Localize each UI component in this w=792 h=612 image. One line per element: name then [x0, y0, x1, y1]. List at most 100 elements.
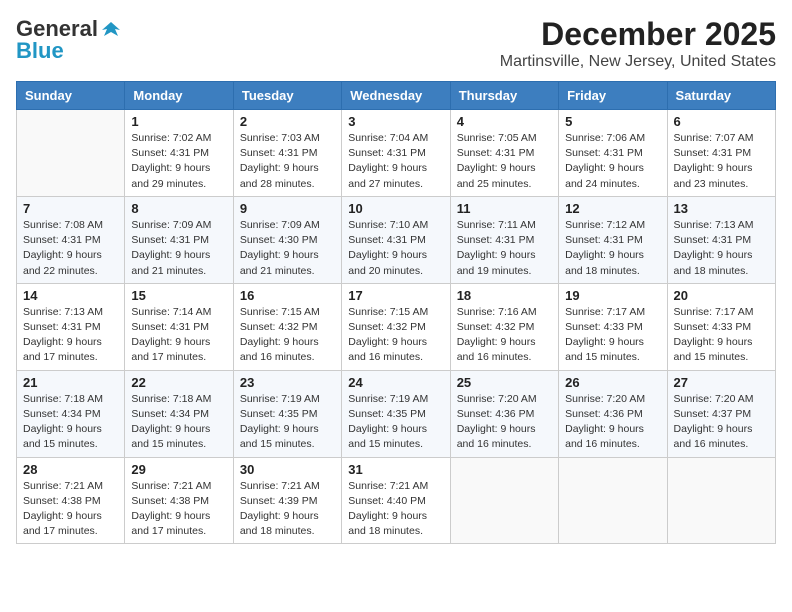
calendar-subtitle: Martinsville, New Jersey, United States: [500, 53, 776, 71]
calendar-week-row: 7 Sunrise: 7:08 AMSunset: 4:31 PMDaylight…: [17, 196, 776, 283]
day-detail: Sunrise: 7:16 AMSunset: 4:32 PMDaylight:…: [457, 305, 552, 366]
day-number: 19: [565, 288, 660, 303]
day-number: 22: [131, 375, 226, 390]
calendar-cell: 25Sunrise: 7:20 AMSunset: 4:36 PMDayligh…: [450, 370, 558, 457]
day-detail: Sunrise: 7:02 AMSunset: 4:31 PMDaylight:…: [131, 131, 226, 192]
day-detail: Sunrise: 7:11 AMSunset: 4:31 PMDaylight:…: [457, 218, 552, 279]
day-detail: Sunrise: 7:19 AMSunset: 4:35 PMDaylight:…: [240, 392, 335, 453]
day-detail: Sunrise: 7:17 AMSunset: 4:33 PMDaylight:…: [565, 305, 660, 366]
day-number: 27: [674, 375, 769, 390]
weekday-header-sunday: Sunday: [17, 82, 125, 110]
calendar-cell: 19 Sunrise: 7:17 AMSunset: 4:33 PMDayligh…: [559, 283, 667, 370]
day-detail: Sunrise: 7:08 AMSunset: 4:31 PMDaylight:…: [23, 218, 118, 279]
calendar-title: December 2025: [500, 16, 776, 53]
day-detail: Sunrise: 7:07 AMSunset: 4:31 PMDaylight:…: [674, 131, 769, 192]
day-detail: Sunrise: 7:20 AMSunset: 4:36 PMDaylight:…: [565, 392, 660, 453]
day-number: 16: [240, 288, 335, 303]
calendar-cell: 1 Sunrise: 7:02 AMSunset: 4:31 PMDaylight…: [125, 110, 233, 197]
day-detail: Sunrise: 7:10 AMSunset: 4:31 PMDaylight:…: [348, 218, 443, 279]
day-detail: Sunrise: 7:17 AMSunset: 4:33 PMDaylight:…: [674, 305, 769, 366]
day-number: 8: [131, 201, 226, 216]
day-number: 25: [457, 375, 552, 390]
calendar-cell: 30 Sunrise: 7:21 AMSunset: 4:39 PMDayligh…: [233, 457, 341, 544]
logo: General Blue: [16, 16, 122, 64]
day-number: 29: [131, 462, 226, 477]
calendar-cell: 8 Sunrise: 7:09 AMSunset: 4:31 PMDaylight…: [125, 196, 233, 283]
day-number: 1: [131, 114, 226, 129]
day-detail: Sunrise: 7:21 AMSunset: 4:40 PMDaylight:…: [348, 479, 443, 540]
calendar-week-row: 21 Sunrise: 7:18 AMSunset: 4:34 PMDayligh…: [17, 370, 776, 457]
calendar-cell: 13 Sunrise: 7:13 AMSunset: 4:31 PMDayligh…: [667, 196, 775, 283]
calendar-cell: [667, 457, 775, 544]
day-detail: Sunrise: 7:13 AMSunset: 4:31 PMDaylight:…: [674, 218, 769, 279]
calendar-cell: [17, 110, 125, 197]
day-number: 5: [565, 114, 660, 129]
calendar-cell: 21 Sunrise: 7:18 AMSunset: 4:34 PMDayligh…: [17, 370, 125, 457]
calendar-cell: 17 Sunrise: 7:15 AMSunset: 4:32 PMDayligh…: [342, 283, 450, 370]
calendar-cell: 11 Sunrise: 7:11 AMSunset: 4:31 PMDayligh…: [450, 196, 558, 283]
calendar-header-row: SundayMondayTuesdayWednesdayThursdayFrid…: [17, 82, 776, 110]
day-detail: Sunrise: 7:09 AMSunset: 4:31 PMDaylight:…: [131, 218, 226, 279]
day-number: 23: [240, 375, 335, 390]
day-detail: Sunrise: 7:03 AMSunset: 4:31 PMDaylight:…: [240, 131, 335, 192]
day-number: 2: [240, 114, 335, 129]
day-number: 17: [348, 288, 443, 303]
calendar-cell: 23 Sunrise: 7:19 AMSunset: 4:35 PMDayligh…: [233, 370, 341, 457]
day-number: 11: [457, 201, 552, 216]
day-detail: Sunrise: 7:18 AMSunset: 4:34 PMDaylight:…: [23, 392, 118, 453]
calendar-cell: 18Sunrise: 7:16 AMSunset: 4:32 PMDayligh…: [450, 283, 558, 370]
calendar-cell: 29Sunrise: 7:21 AMSunset: 4:38 PMDayligh…: [125, 457, 233, 544]
day-detail: Sunrise: 7:04 AMSunset: 4:31 PMDaylight:…: [348, 131, 443, 192]
calendar-cell: 28 Sunrise: 7:21 AMSunset: 4:38 PMDayligh…: [17, 457, 125, 544]
calendar-cell: 4Sunrise: 7:05 AMSunset: 4:31 PMDaylight…: [450, 110, 558, 197]
weekday-header-saturday: Saturday: [667, 82, 775, 110]
calendar-cell: 24Sunrise: 7:19 AMSunset: 4:35 PMDayligh…: [342, 370, 450, 457]
day-number: 3: [348, 114, 443, 129]
day-detail: Sunrise: 7:12 AMSunset: 4:31 PMDaylight:…: [565, 218, 660, 279]
calendar-week-row: 14 Sunrise: 7:13 AMSunset: 4:31 PMDayligh…: [17, 283, 776, 370]
calendar-cell: [450, 457, 558, 544]
logo-blue: Blue: [16, 38, 64, 64]
day-number: 15: [131, 288, 226, 303]
day-number: 21: [23, 375, 118, 390]
day-detail: Sunrise: 7:19 AMSunset: 4:35 PMDaylight:…: [348, 392, 443, 453]
calendar-cell: 12 Sunrise: 7:12 AMSunset: 4:31 PMDayligh…: [559, 196, 667, 283]
day-detail: Sunrise: 7:15 AMSunset: 4:32 PMDaylight:…: [240, 305, 335, 366]
day-detail: Sunrise: 7:21 AMSunset: 4:38 PMDaylight:…: [23, 479, 118, 540]
calendar-cell: 20 Sunrise: 7:17 AMSunset: 4:33 PMDayligh…: [667, 283, 775, 370]
weekday-header-wednesday: Wednesday: [342, 82, 450, 110]
calendar-cell: 7 Sunrise: 7:08 AMSunset: 4:31 PMDaylight…: [17, 196, 125, 283]
day-number: 30: [240, 462, 335, 477]
day-detail: Sunrise: 7:18 AMSunset: 4:34 PMDaylight:…: [131, 392, 226, 453]
day-number: 10: [348, 201, 443, 216]
day-number: 12: [565, 201, 660, 216]
calendar-week-row: 28 Sunrise: 7:21 AMSunset: 4:38 PMDayligh…: [17, 457, 776, 544]
day-detail: Sunrise: 7:14 AMSunset: 4:31 PMDaylight:…: [131, 305, 226, 366]
day-detail: Sunrise: 7:15 AMSunset: 4:32 PMDaylight:…: [348, 305, 443, 366]
page-header: General Blue December 2025 Martinsville,…: [16, 16, 776, 71]
calendar-cell: 15 Sunrise: 7:14 AMSunset: 4:31 PMDayligh…: [125, 283, 233, 370]
logo-bird-icon: [100, 18, 122, 40]
day-number: 4: [457, 114, 552, 129]
day-number: 7: [23, 201, 118, 216]
calendar-cell: 10 Sunrise: 7:10 AMSunset: 4:31 PMDayligh…: [342, 196, 450, 283]
weekday-header-tuesday: Tuesday: [233, 82, 341, 110]
day-number: 13: [674, 201, 769, 216]
day-number: 26: [565, 375, 660, 390]
weekday-header-monday: Monday: [125, 82, 233, 110]
calendar-cell: 31Sunrise: 7:21 AMSunset: 4:40 PMDayligh…: [342, 457, 450, 544]
day-number: 14: [23, 288, 118, 303]
day-number: 9: [240, 201, 335, 216]
calendar-cell: 14 Sunrise: 7:13 AMSunset: 4:31 PMDayligh…: [17, 283, 125, 370]
calendar-cell: 6Sunrise: 7:07 AMSunset: 4:31 PMDaylight…: [667, 110, 775, 197]
calendar-cell: [559, 457, 667, 544]
calendar-cell: 27Sunrise: 7:20 AMSunset: 4:37 PMDayligh…: [667, 370, 775, 457]
day-detail: Sunrise: 7:06 AMSunset: 4:31 PMDaylight:…: [565, 131, 660, 192]
calendar-cell: 3 Sunrise: 7:04 AMSunset: 4:31 PMDaylight…: [342, 110, 450, 197]
calendar-cell: 26 Sunrise: 7:20 AMSunset: 4:36 PMDayligh…: [559, 370, 667, 457]
day-detail: Sunrise: 7:21 AMSunset: 4:39 PMDaylight:…: [240, 479, 335, 540]
calendar-cell: 22 Sunrise: 7:18 AMSunset: 4:34 PMDayligh…: [125, 370, 233, 457]
day-number: 20: [674, 288, 769, 303]
day-detail: Sunrise: 7:13 AMSunset: 4:31 PMDaylight:…: [23, 305, 118, 366]
day-number: 28: [23, 462, 118, 477]
